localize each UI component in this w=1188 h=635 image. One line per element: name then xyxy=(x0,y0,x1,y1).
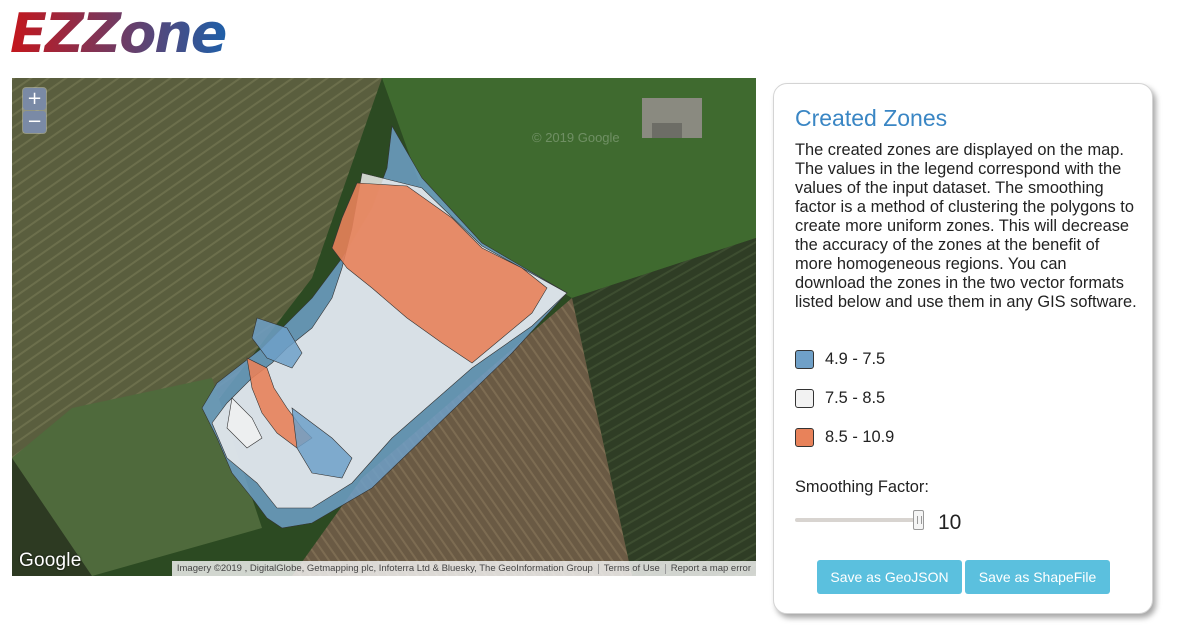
smoothing-factor-label: Smoothing Factor: xyxy=(795,478,929,496)
slider-thumb[interactable] xyxy=(913,510,924,530)
zone-legend: 4.9 - 7.5 7.5 - 8.5 8.5 - 10.9 xyxy=(795,349,894,466)
legend-swatch xyxy=(795,427,814,447)
map-view[interactable]: © 2019 Google + − Google Imagery ©2019 ,… xyxy=(12,78,756,576)
smoothing-factor-value: 10 xyxy=(938,511,962,534)
legend-label: 7.5 - 8.5 xyxy=(825,388,886,407)
save-shapefile-button[interactable]: Save as ShapeFile xyxy=(965,560,1110,594)
panel-title: Created Zones xyxy=(795,105,948,131)
zoom-out-button[interactable]: − xyxy=(23,111,46,133)
save-geojson-button[interactable]: Save as GeoJSON xyxy=(817,560,962,594)
smoothing-factor-slider[interactable] xyxy=(795,509,925,531)
legend-label: 4.9 - 7.5 xyxy=(825,349,886,368)
google-logo: Google xyxy=(19,550,82,571)
ezzone-logo: EZZone xyxy=(10,6,228,60)
imagery-attribution: Imagery ©2019 , DigitalGlobe, Getmapping… xyxy=(176,563,593,574)
logo-text: EZZone xyxy=(10,6,226,60)
created-zones-panel: Created Zones The created zones are disp… xyxy=(773,83,1153,614)
legend-swatch xyxy=(795,388,814,408)
legend-item: 4.9 - 7.5 xyxy=(795,349,894,369)
legend-item: 7.5 - 8.5 xyxy=(795,388,894,408)
zoom-control: + − xyxy=(22,87,47,134)
legend-swatch xyxy=(795,349,814,369)
slider-track[interactable] xyxy=(795,518,919,522)
panel-description: The created zones are displayed on the m… xyxy=(795,141,1137,311)
satellite-imagery: © 2019 Google xyxy=(12,78,756,576)
map-watermark: © 2019 Google xyxy=(532,130,620,145)
legend-item: 8.5 - 10.9 xyxy=(795,427,894,447)
legend-label: 8.5 - 10.9 xyxy=(825,427,895,446)
report-map-error-link[interactable]: Report a map error xyxy=(666,563,756,574)
zoom-in-button[interactable]: + xyxy=(23,88,46,110)
terms-of-use-link[interactable]: Terms of Use xyxy=(599,563,665,574)
map-attribution-bar: Imagery ©2019 , DigitalGlobe, Getmapping… xyxy=(171,561,756,576)
